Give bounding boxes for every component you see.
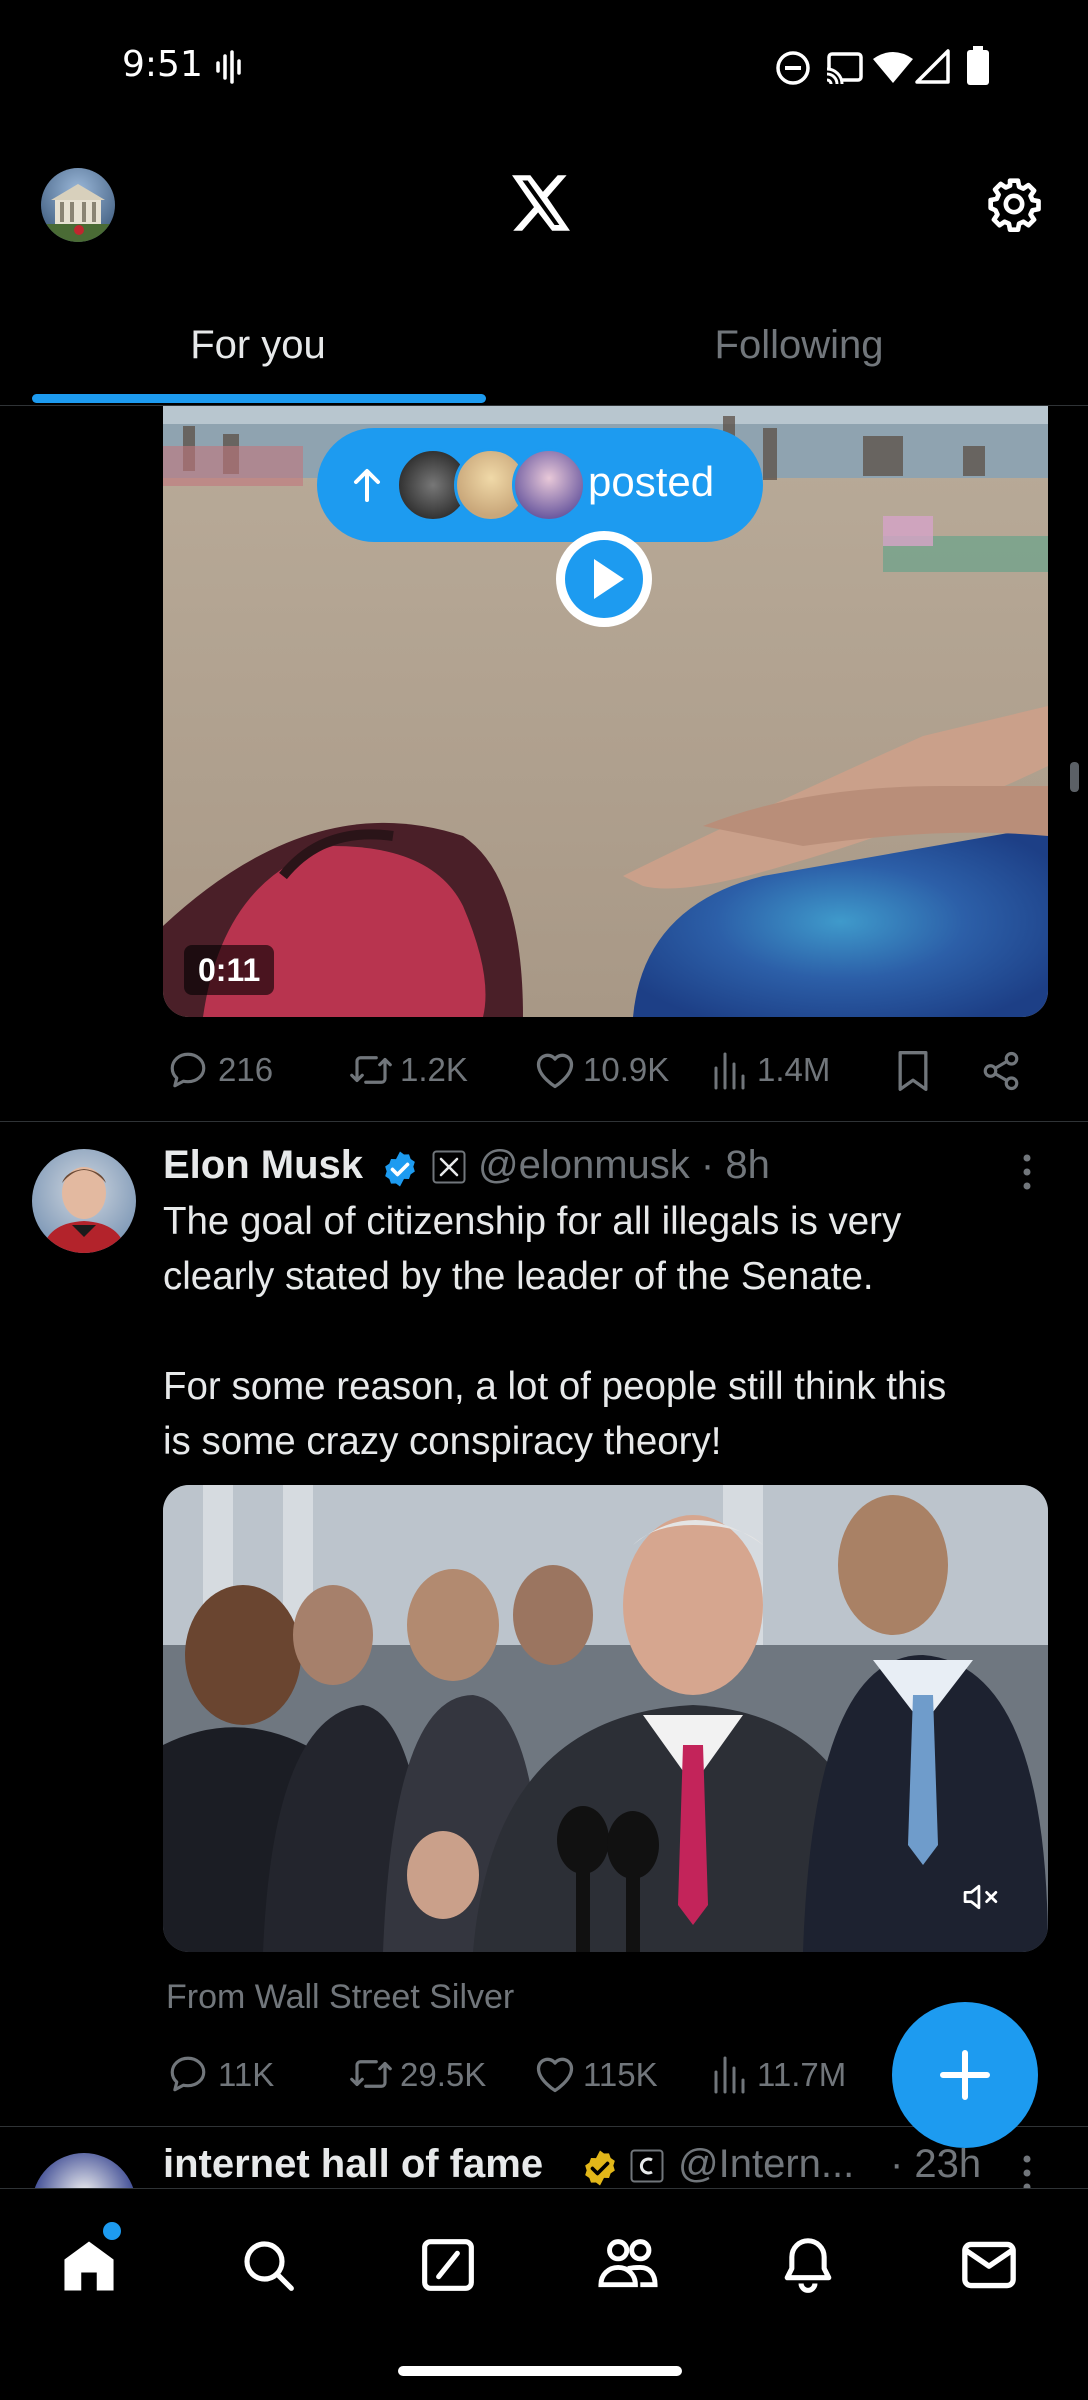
tab-following[interactable]: Following <box>572 290 1026 400</box>
home-notification-dot <box>103 2222 121 2240</box>
senate-video-frame <box>163 1485 1048 1952</box>
post-time: 8h <box>725 1143 770 1187</box>
mute-icon[interactable] <box>962 1881 1002 1913</box>
status-time: 9:51 <box>122 44 203 85</box>
post-text-line-3: For some reason, a lot of people still t… <box>163 1365 947 1408</box>
messages-icon[interactable] <box>960 2239 1018 2291</box>
author-avatar-image <box>42 1167 126 1253</box>
scrollbar-thumb[interactable] <box>1070 762 1079 792</box>
like-icon[interactable] <box>533 1049 577 1091</box>
reply-icon[interactable] <box>167 2053 209 2095</box>
communities-icon[interactable] <box>596 2235 660 2295</box>
like-count: 10.9K <box>583 1051 670 1088</box>
avatar-image <box>41 184 115 242</box>
gesture-handle[interactable] <box>398 2366 682 2376</box>
tab-selected-indicator <box>32 394 486 403</box>
third-post-author-name[interactable]: internet hall of fame <box>163 2142 543 2187</box>
like-icon[interactable] <box>533 2053 577 2095</box>
arrow-up-icon <box>354 469 380 502</box>
third-post-handle[interactable]: @Intern... <box>678 2142 854 2187</box>
repost-icon[interactable] <box>348 2053 394 2095</box>
reply-count: 216 <box>218 1051 274 1088</box>
senate-video[interactable] <box>163 1485 1048 1952</box>
x-affiliate-badge-icon <box>432 1150 466 1184</box>
more-options-icon[interactable] <box>1013 1152 1041 1192</box>
views-icon[interactable] <box>712 2054 748 2094</box>
repost-icon[interactable] <box>348 1049 394 1091</box>
views-icon[interactable] <box>712 1050 748 1090</box>
play-icon[interactable] <box>552 527 656 631</box>
repost-count: 29.5K <box>400 2056 487 2093</box>
gold-verified-badge-icon <box>585 2150 615 2186</box>
post-text-line-1: The goal of citizenship for all illegals… <box>163 1200 902 1243</box>
cellular-signal-icon <box>915 49 950 84</box>
new-posts-label: posted <box>588 458 715 505</box>
bookmark-icon[interactable] <box>893 1049 933 1093</box>
dnd-icon <box>776 51 810 85</box>
verified-badge-icon <box>385 1151 415 1187</box>
third-post-time: · 23h <box>890 2142 982 2186</box>
compose-post-button[interactable] <box>892 2002 1038 2148</box>
third-post-avatar[interactable] <box>32 2153 136 2188</box>
home-icon[interactable] <box>58 2235 120 2297</box>
settings-icon[interactable] <box>986 176 1042 232</box>
views-count: 1.4M <box>757 1051 831 1088</box>
handle-time-separator: · <box>689 1143 726 1187</box>
author-handle[interactable]: @elonmusk · 8h <box>478 1143 770 1188</box>
post-source[interactable]: From Wall Street Silver <box>166 1978 514 2017</box>
battery-icon <box>967 46 989 85</box>
author-handle-text: @elonmusk <box>478 1143 690 1187</box>
video-duration: 0:11 <box>184 945 275 995</box>
reply-icon[interactable] <box>167 1049 209 1091</box>
like-count: 115K <box>583 2056 658 2093</box>
more-options-icon[interactable] <box>1013 2153 1041 2188</box>
search-icon[interactable] <box>240 2237 296 2293</box>
tab-for-you[interactable]: For you <box>30 290 486 400</box>
x-logo-icon[interactable] <box>512 175 570 231</box>
affiliate-badge-icon <box>630 2149 664 2183</box>
repost-count: 1.2K <box>400 1051 468 1088</box>
notifications-icon[interactable] <box>780 2235 836 2295</box>
timeline-tabs: For you Following <box>0 290 1088 406</box>
post-text-line-4: is some crazy conspiracy theory! <box>163 1420 722 1463</box>
profile-avatar[interactable] <box>41 168 115 242</box>
post-text-line-2: clearly stated by the leader of the Sena… <box>163 1255 874 1298</box>
plus-icon <box>940 2050 990 2100</box>
author-name[interactable]: Elon Musk <box>163 1143 363 1188</box>
grok-icon[interactable] <box>420 2237 476 2293</box>
status-bar: 9:51 <box>0 0 1088 130</box>
cast-icon <box>825 52 863 85</box>
posted-avatar-3 <box>512 448 586 522</box>
author-avatar[interactable] <box>32 1149 136 1253</box>
post-divider <box>0 1121 1088 1122</box>
share-icon[interactable] <box>980 1050 1022 1092</box>
sound-wave-icon <box>216 50 241 84</box>
reply-count: 11K <box>218 2056 275 2093</box>
wifi-icon <box>873 52 913 83</box>
views-count: 11.7M <box>757 2056 847 2093</box>
